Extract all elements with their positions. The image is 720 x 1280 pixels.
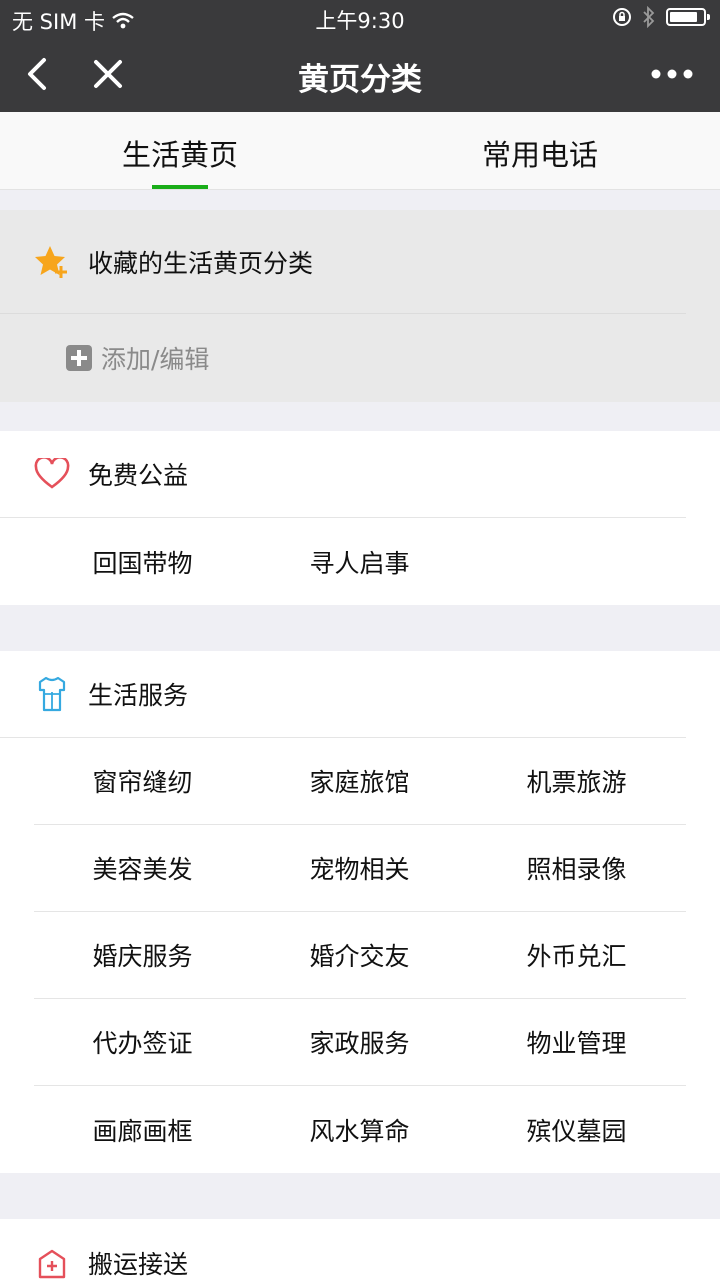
navigation-bar: 黄页分类 xyxy=(0,36,720,112)
category-item[interactable]: 家庭旅馆 xyxy=(251,738,468,824)
moving-icon xyxy=(34,1245,70,1280)
category-item[interactable]: 美容美发 xyxy=(34,825,251,911)
heart-icon xyxy=(34,456,70,492)
category-item[interactable]: 婚庆服务 xyxy=(34,912,251,998)
category-row: 婚庆服务 婚介交友 外币兑汇 xyxy=(34,912,686,999)
battery-icon xyxy=(666,8,710,26)
favorites-header: 收藏的生活黄页分类 xyxy=(0,210,686,314)
section-title: 搬运接送 xyxy=(88,1249,189,1279)
plus-icon xyxy=(66,345,92,371)
category-item[interactable]: 殡仪墓园 xyxy=(468,1086,685,1173)
section-header: 免费公益 xyxy=(0,431,686,518)
section-title: 生活服务 xyxy=(88,681,189,710)
category-row: 美容美发 宠物相关 照相录像 xyxy=(34,825,686,912)
category-item[interactable]: 宠物相关 xyxy=(251,825,468,911)
tab-life-yellow-pages[interactable]: 生活黄页 xyxy=(0,112,360,189)
category-item[interactable]: 寻人启事 xyxy=(251,518,468,605)
category-item[interactable]: 家政服务 xyxy=(251,999,468,1085)
favorites-section: 收藏的生活黄页分类 添加/编辑 xyxy=(0,210,720,402)
category-item[interactable]: 风水算命 xyxy=(251,1086,468,1173)
section-title: 免费公益 xyxy=(88,461,189,490)
favorites-title: 收藏的生活黄页分类 xyxy=(88,248,314,278)
section-free-charity: 免费公益 回国带物 寻人启事 xyxy=(0,431,720,605)
more-icon[interactable] xyxy=(650,62,694,86)
category-item[interactable]: 机票旅游 xyxy=(468,738,685,824)
category-item[interactable]: 婚介交友 xyxy=(251,912,468,998)
category-row: 画廊画框 风水算命 殡仪墓园 xyxy=(34,1086,686,1173)
category-item[interactable]: 画廊画框 xyxy=(34,1086,251,1173)
bluetooth-icon xyxy=(643,6,655,28)
status-bar: 无 SIM 卡 上午9:30 xyxy=(0,0,720,36)
add-edit-button[interactable]: 添加/编辑 xyxy=(0,314,720,402)
category-row: 代办签证 家政服务 物业管理 xyxy=(34,999,686,1086)
tab-bar: 生活黄页 常用电话 xyxy=(0,112,720,190)
tab-common-phones[interactable]: 常用电话 xyxy=(360,112,720,189)
status-icons xyxy=(612,6,710,28)
section-moving: 搬运接送 xyxy=(0,1219,720,1280)
section-header: 搬运接送 xyxy=(0,1219,686,1280)
add-edit-label: 添加/编辑 xyxy=(101,345,210,374)
category-item[interactable]: 照相录像 xyxy=(468,825,685,911)
category-item[interactable]: 物业管理 xyxy=(468,999,685,1085)
star-add-icon xyxy=(34,244,70,280)
category-item[interactable]: 代办签证 xyxy=(34,999,251,1085)
category-row: 窗帘缝纫 家庭旅馆 机票旅游 xyxy=(34,738,686,825)
clothes-icon xyxy=(34,676,70,712)
rotation-lock-icon xyxy=(613,8,631,26)
category-row: 回国带物 寻人启事 xyxy=(34,518,686,605)
category-item[interactable]: 回国带物 xyxy=(34,518,251,605)
category-item[interactable]: 外币兑汇 xyxy=(468,912,685,998)
page-title: 黄页分类 xyxy=(298,62,422,98)
section-life-services: 生活服务 窗帘缝纫 家庭旅馆 机票旅游 美容美发 宠物相关 照相录像 婚庆服务 … xyxy=(0,651,720,1173)
section-header: 生活服务 xyxy=(0,651,686,738)
category-item[interactable]: 窗帘缝纫 xyxy=(34,738,251,824)
